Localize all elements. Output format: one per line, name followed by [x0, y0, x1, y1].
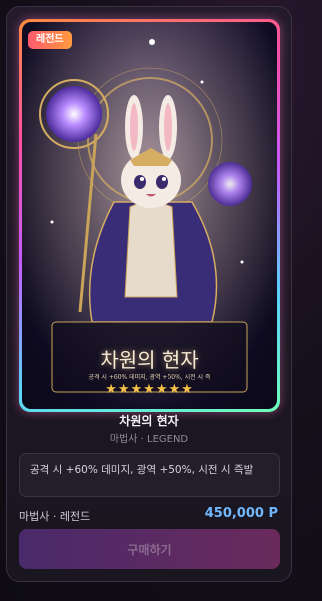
- card-artwork: 차원의 현자 공격 시 +60% 데미지, 광역 +50%, 시전 시 즉 ★★…: [22, 22, 277, 409]
- artwork-caption: 공격 시 +60% 데미지, 광역 +50%, 시전 시 즉: [88, 374, 211, 381]
- product-category: 마법사 · 레전드: [19, 510, 91, 523]
- meta-row: 마법사 · 레전드 450,000 P: [19, 505, 280, 525]
- buy-button[interactable]: 구매하기: [19, 529, 280, 569]
- card-art-frame: 차원의 현자 공격 시 +60% 데미지, 광역 +50%, 시전 시 즉 ★★…: [19, 19, 280, 412]
- product-description: 공격 시 +60% 데미지, 광역 +50%, 시전 시 즉발: [19, 453, 280, 497]
- product-subtitle: 마법사 · LEGEND: [109, 434, 189, 445]
- product-name: 차원의 현자: [119, 414, 179, 428]
- artwork-star-rating: ★★★★★★★: [105, 382, 194, 397]
- product-price: 450,000 P: [204, 506, 278, 521]
- artwork-title: 차원의 현자: [100, 348, 199, 372]
- rarity-badge: 레전드: [28, 31, 72, 49]
